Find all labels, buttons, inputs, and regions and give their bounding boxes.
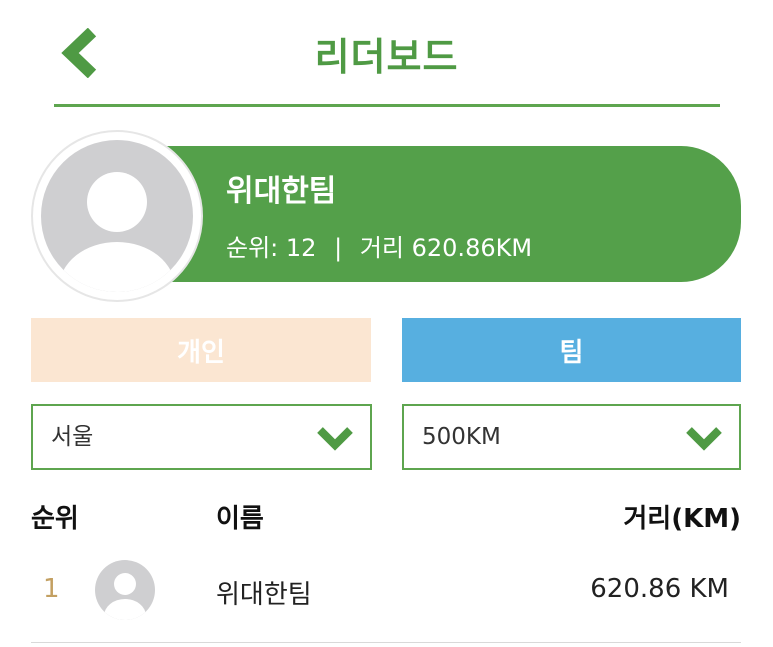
team-stats: 순위: 12 | 거리 620.86KM — [226, 228, 532, 263]
row-divider — [31, 642, 741, 643]
distance-label: 거리 — [359, 234, 404, 262]
user-avatar-icon — [95, 560, 155, 620]
column-header-name: 이름 — [216, 504, 264, 534]
row-rank: 1 — [43, 574, 60, 604]
region-select[interactable]: 서울 — [31, 404, 372, 470]
tab-team[interactable]: 팀 — [402, 318, 741, 382]
column-header-rank: 순위 — [31, 504, 79, 534]
header: 리더보드 — [0, 0, 773, 108]
row-distance: 620.86 KM — [590, 574, 729, 604]
table-row[interactable]: 1 위대한팀 620.86 KM — [31, 556, 741, 628]
column-header-distance: 거리(KM) — [623, 504, 741, 534]
user-avatar-icon — [41, 140, 193, 292]
rank-label: 순위: — [226, 234, 279, 262]
distance-select-value: 500KM — [422, 424, 501, 450]
chevron-down-icon — [686, 427, 722, 451]
rank-value: 12 — [285, 234, 317, 262]
tab-individual[interactable]: 개인 — [31, 318, 371, 382]
stats-separator: | — [334, 234, 343, 262]
team-name: 위대한팀 — [226, 174, 337, 209]
row-name: 위대한팀 — [216, 580, 312, 610]
distance-value: 620.86KM — [411, 234, 533, 262]
region-select-value: 서울 — [51, 424, 94, 450]
chevron-down-icon — [317, 427, 353, 451]
page-title: 리더보드 — [314, 35, 459, 79]
team-avatar — [31, 130, 203, 302]
distance-select[interactable]: 500KM — [402, 404, 741, 470]
header-divider — [54, 104, 720, 107]
